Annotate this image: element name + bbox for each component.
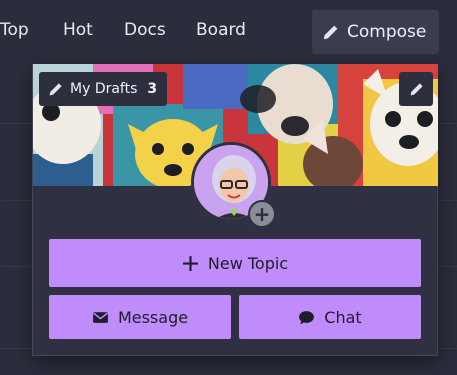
- nav-link-board[interactable]: Board: [196, 20, 246, 40]
- pencil-icon: [410, 82, 423, 95]
- new-topic-label: New Topic: [207, 253, 289, 273]
- plus-icon: [182, 255, 198, 271]
- plus-icon: +: [253, 202, 271, 226]
- pencil-icon: [49, 82, 62, 95]
- chat-button[interactable]: Chat: [239, 295, 421, 339]
- nav-link-docs[interactable]: Docs: [124, 20, 166, 40]
- pencil-icon: [323, 25, 338, 39]
- message-label: Message: [117, 307, 189, 327]
- add-status-button[interactable]: +: [248, 200, 276, 228]
- chat-label: Chat: [324, 307, 362, 327]
- user-menu-panel: My Drafts 3 + New Topic Message Chat: [32, 64, 438, 356]
- edit-banner-button[interactable]: [399, 72, 433, 106]
- nav-link-hot[interactable]: Hot: [63, 20, 93, 40]
- compose-button[interactable]: Compose: [312, 10, 439, 54]
- top-navigation: Top Hot Docs Board Compose: [0, 0, 457, 62]
- my-drafts-label: My Drafts: [70, 81, 138, 97]
- envelope-icon: [93, 311, 108, 323]
- nav-link-top[interactable]: Top: [0, 20, 29, 40]
- chat-bubble-icon: [299, 310, 315, 324]
- compose-label: Compose: [347, 22, 427, 42]
- message-button[interactable]: Message: [49, 295, 231, 339]
- my-drafts-button[interactable]: My Drafts 3: [39, 72, 168, 106]
- new-topic-button[interactable]: New Topic: [49, 239, 421, 287]
- drafts-count-badge: 3: [147, 81, 158, 97]
